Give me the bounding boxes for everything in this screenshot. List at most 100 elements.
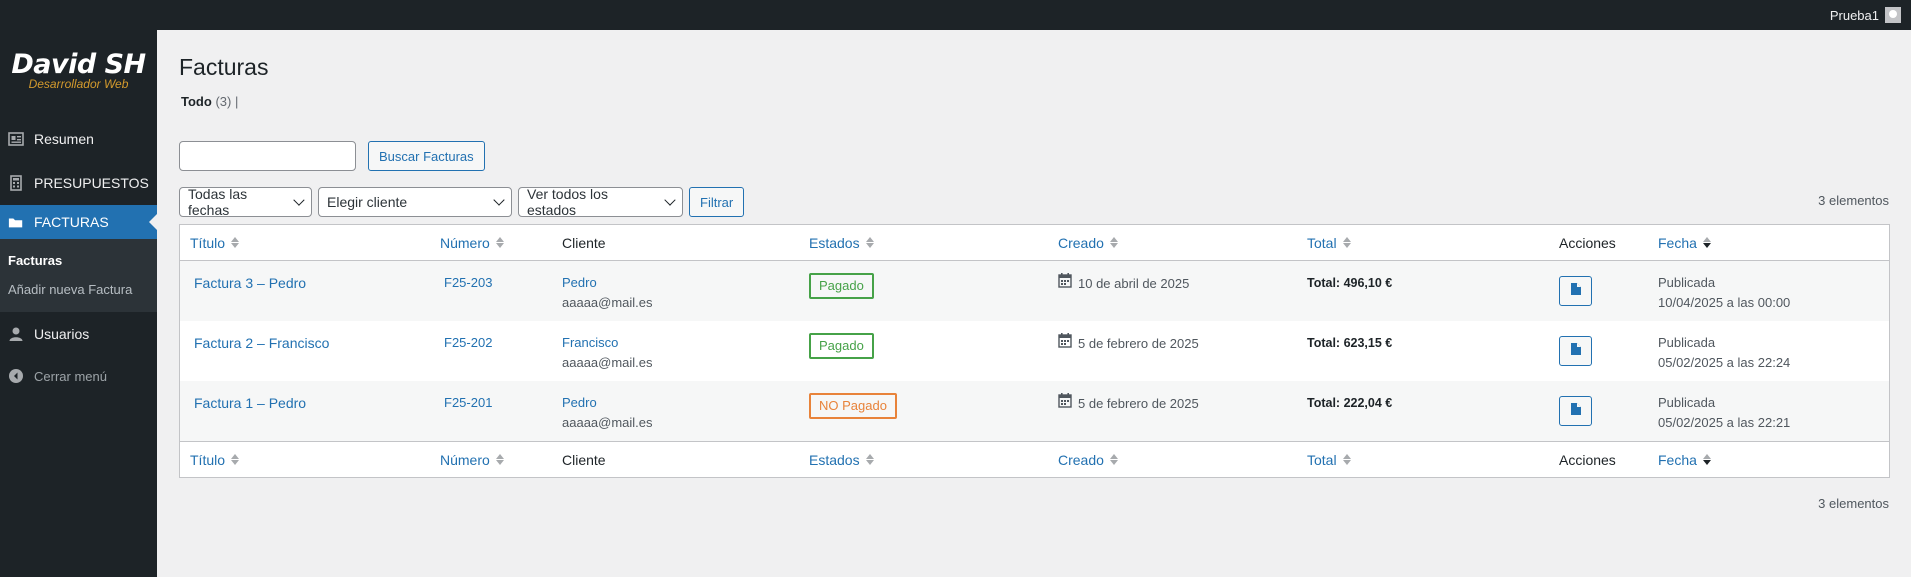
- items-count-bottom: 3 elementos: [1818, 496, 1889, 511]
- submenu-item-add-factura[interactable]: Añadir nueva Factura: [0, 275, 157, 304]
- collapse-menu-button[interactable]: Cerrar menú: [0, 356, 157, 396]
- chevron-down-icon: [493, 194, 505, 206]
- document-icon: [1570, 281, 1581, 301]
- sort-titulo[interactable]: Título: [190, 452, 240, 468]
- sort-fecha[interactable]: Fecha: [1658, 452, 1711, 468]
- header-label: Número: [440, 234, 490, 251]
- view-invoice-button[interactable]: [1559, 276, 1592, 306]
- header-label: Total: [1307, 451, 1337, 468]
- search-input[interactable]: [179, 141, 356, 171]
- sort-total[interactable]: Total: [1307, 452, 1351, 468]
- publish-date: 05/02/2025 a las 22:24: [1658, 355, 1791, 370]
- client-link[interactable]: Francisco: [562, 335, 618, 350]
- sidebar-menu: Resumen PRESUPUESTOS FACTURAS Facturas A…: [0, 117, 157, 396]
- client-link[interactable]: Pedro: [562, 395, 597, 410]
- document-icon: [1570, 341, 1581, 361]
- filter-button[interactable]: Filtrar: [689, 187, 745, 217]
- dashboard-icon: [8, 131, 24, 147]
- invoices-table: Título Número Cliente Estados Creado Tot…: [179, 224, 1890, 478]
- sidebar-item-presupuestos[interactable]: PRESUPUESTOS: [0, 161, 157, 205]
- sidebar-item-label: Cerrar menú: [34, 368, 107, 384]
- client-email: aaaaa@mail.es: [562, 415, 653, 430]
- date-filter-select[interactable]: Todas las fechas: [179, 186, 312, 218]
- sidebar-item-label: Usuarios: [34, 326, 90, 342]
- sidebar-item-facturas[interactable]: FACTURAS: [0, 205, 157, 239]
- header-cliente: Cliente: [562, 451, 606, 468]
- status-filter-value: Ver todos los estados: [527, 186, 608, 218]
- calendar-icon: [1058, 393, 1072, 414]
- sort-icon: [1342, 454, 1351, 465]
- view-invoice-button[interactable]: [1559, 396, 1592, 426]
- invoice-number-link[interactable]: F25-202: [440, 335, 492, 350]
- header-label: Total: [1307, 234, 1337, 251]
- invoice-number-link[interactable]: F25-203: [440, 275, 492, 290]
- header-label: Estados: [809, 234, 860, 251]
- sort-fecha[interactable]: Fecha: [1658, 235, 1711, 251]
- created-date: 5 de febrero de 2025: [1078, 335, 1199, 351]
- view-invoice-button[interactable]: [1559, 336, 1592, 366]
- sort-desc-icon: [1702, 454, 1711, 465]
- calculator-icon: [8, 175, 24, 191]
- sidebar-submenu: Facturas Añadir nueva Factura: [0, 239, 157, 312]
- view-all-link[interactable]: Todo: [181, 94, 212, 109]
- items-count-top: 3 elementos: [1818, 193, 1889, 208]
- calendar-icon: [1058, 273, 1072, 294]
- invoice-title-link[interactable]: Factura 3 – Pedro: [190, 275, 306, 291]
- invoice-number-link[interactable]: F25-201: [440, 395, 492, 410]
- client-filter-select[interactable]: Elegir cliente: [318, 187, 512, 217]
- header-acciones: Acciones: [1559, 234, 1616, 251]
- invoice-total: Total: 623,15 €: [1307, 336, 1393, 350]
- invoice-title-link[interactable]: Factura 1 – Pedro: [190, 395, 306, 411]
- avatar[interactable]: [1885, 7, 1901, 23]
- document-icon: [1570, 401, 1581, 421]
- sort-desc-icon: [1702, 237, 1711, 248]
- calendar-icon: [1058, 333, 1072, 354]
- sidebar-item-resumen[interactable]: Resumen: [0, 117, 157, 161]
- sidebar-item-label: FACTURAS: [34, 214, 109, 230]
- sidebar: David SH Desarrollador Web Resumen PRESU…: [0, 30, 157, 577]
- sort-icon: [495, 237, 504, 248]
- user-icon: [8, 326, 24, 342]
- header-label: Título: [190, 234, 226, 251]
- sort-icon: [1342, 237, 1351, 248]
- sort-icon: [231, 454, 240, 465]
- sidebar-item-label: Resumen: [34, 131, 94, 147]
- folder-icon: [8, 214, 24, 230]
- client-email: aaaaa@mail.es: [562, 355, 653, 370]
- invoice-total: Total: 222,04 €: [1307, 396, 1393, 410]
- sidebar-item-usuarios[interactable]: Usuarios: [0, 312, 157, 356]
- chevron-down-icon: [664, 194, 676, 206]
- client-link[interactable]: Pedro: [562, 275, 597, 290]
- sort-total[interactable]: Total: [1307, 235, 1351, 251]
- status-filter-select[interactable]: Ver todos los estados: [518, 186, 683, 218]
- header-acciones: Acciones: [1559, 451, 1616, 468]
- invoice-title-link[interactable]: Factura 2 – Francisco: [190, 335, 329, 351]
- created-date: 10 de abril de 2025: [1078, 275, 1190, 291]
- table-footer: Título Número Cliente Estados Creado Tot…: [180, 441, 1889, 477]
- sort-creado[interactable]: Creado: [1058, 452, 1118, 468]
- sort-icon: [495, 454, 504, 465]
- publish-status: Publicada: [1658, 275, 1716, 290]
- view-separator: |: [234, 94, 239, 109]
- sort-numero[interactable]: Número: [440, 235, 504, 251]
- sort-estados[interactable]: Estados: [809, 452, 874, 468]
- filter-bar: Todas las fechas Elegir cliente Ver todo…: [179, 186, 745, 218]
- logo-name: David SH: [11, 49, 146, 80]
- sort-icon: [865, 237, 874, 248]
- logo[interactable]: David SH Desarrollador Web: [0, 49, 157, 91]
- user-menu[interactable]: Prueba1: [1830, 0, 1901, 30]
- search-button[interactable]: Buscar Facturas: [368, 141, 485, 171]
- header-label: Estados: [809, 451, 860, 468]
- chevron-down-icon: [293, 194, 305, 206]
- client-email: aaaaa@mail.es: [562, 295, 653, 310]
- admin-bar: Prueba1: [0, 0, 1911, 30]
- sort-numero[interactable]: Número: [440, 452, 504, 468]
- sort-creado[interactable]: Creado: [1058, 235, 1118, 251]
- user-name[interactable]: Prueba1: [1830, 8, 1879, 23]
- publish-date: 10/04/2025 a las 00:00: [1658, 295, 1791, 310]
- submenu-item-facturas[interactable]: Facturas: [0, 246, 157, 275]
- sort-icon: [1109, 237, 1118, 248]
- sort-titulo[interactable]: Título: [190, 234, 240, 251]
- view-all-count: (3): [215, 94, 232, 109]
- sort-estados[interactable]: Estados: [809, 235, 874, 251]
